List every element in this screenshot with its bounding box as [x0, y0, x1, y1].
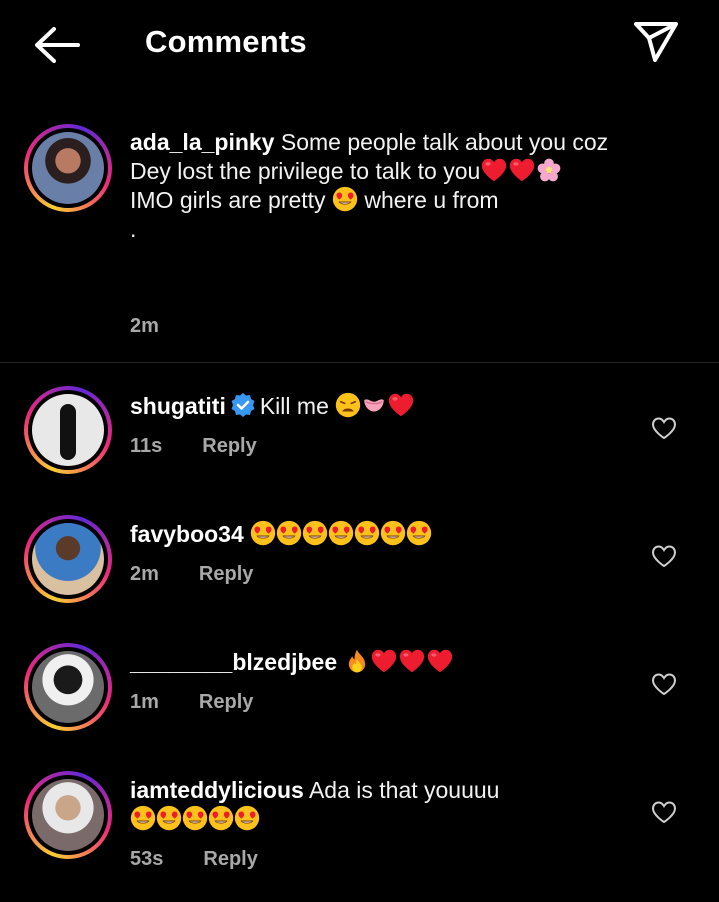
caption-line-3b: where u from	[364, 187, 499, 213]
comment-1-meta: 11s Reply	[130, 435, 257, 458]
cherry-blossom-emoji	[536, 157, 562, 183]
comment-2-text: favyboo34	[130, 520, 432, 549]
arrow-left-icon	[35, 27, 80, 63]
caption-text: ada_la_pinky Some people talk about you …	[130, 128, 608, 244]
red-heart-emoji	[398, 648, 426, 674]
caption-line-3: IMO girls are pretty	[130, 187, 326, 213]
caption-time: 2m	[130, 315, 159, 337]
comment-username[interactable]: iamteddylicious	[130, 777, 304, 803]
red-heart-emoji	[508, 157, 536, 183]
comment-4-text: iamteddylicious Ada is that youuuu	[130, 776, 499, 834]
reply-button[interactable]: Reply	[203, 848, 257, 870]
heart-eyes-emoji	[234, 805, 260, 831]
heart-eyes-emoji	[208, 805, 234, 831]
share-button[interactable]	[630, 18, 682, 66]
comment-time: 11s	[130, 435, 163, 457]
heart-eyes-emoji	[302, 520, 328, 546]
red-heart-emoji	[387, 392, 415, 418]
caption-meta: 2m	[130, 315, 159, 338]
heart-eyes-emoji	[130, 805, 156, 831]
comment-4-meta: 53s Reply	[130, 848, 258, 871]
verified-badge-icon	[231, 393, 255, 417]
heart-eyes-emoji	[380, 520, 406, 546]
like-heart-icon[interactable]	[651, 800, 677, 824]
caption-avatar[interactable]	[24, 124, 112, 212]
comment-3-text: ________blzedjbee	[130, 648, 454, 677]
comment-2-meta: 2m Reply	[130, 563, 253, 586]
divider	[0, 362, 719, 363]
weary-face-emoji	[335, 392, 361, 418]
lips-emoji	[361, 392, 387, 418]
page-title: Comments	[145, 24, 307, 59]
red-heart-emoji	[370, 648, 398, 674]
caption-username[interactable]: ada_la_pinky	[130, 129, 274, 155]
comment-username[interactable]: ________blzedjbee	[130, 649, 337, 675]
red-heart-emoji	[426, 648, 454, 674]
like-heart-icon[interactable]	[651, 416, 677, 440]
heart-eyes-emoji	[250, 520, 276, 546]
reply-button[interactable]: Reply	[199, 563, 253, 585]
comment-body: Ada is that youuuu	[308, 777, 500, 803]
heart-eyes-emoji	[406, 520, 432, 546]
comment-avatar[interactable]	[24, 386, 112, 474]
comment-username[interactable]: shugatiti	[130, 393, 226, 419]
comment-time: 2m	[130, 563, 159, 585]
top-bar: Comments	[0, 0, 719, 90]
comment-time: 1m	[130, 691, 159, 713]
comment-3-meta: 1m Reply	[130, 691, 253, 714]
comment-username[interactable]: favyboo34	[130, 521, 244, 547]
reply-button[interactable]: Reply	[199, 691, 253, 713]
comment-avatar[interactable]	[24, 515, 112, 603]
fire-emoji	[344, 648, 370, 674]
reply-button[interactable]: Reply	[202, 435, 256, 457]
caption-line-4: .	[130, 216, 137, 242]
comment-avatar[interactable]	[24, 771, 112, 859]
comment-1-text: shugatiti Kill me	[130, 392, 415, 421]
comment-avatar[interactable]	[24, 643, 112, 731]
heart-eyes-emoji	[328, 520, 354, 546]
back-button[interactable]	[30, 24, 82, 66]
heart-eyes-emoji	[182, 805, 208, 831]
heart-eyes-emoji	[156, 805, 182, 831]
paper-plane-icon	[634, 22, 678, 62]
caption-line-2: Dey lost the privilege to talk to you	[130, 158, 481, 184]
caption-line-1: Some people talk about you coz	[280, 129, 609, 155]
heart-eyes-emoji	[332, 186, 358, 212]
like-heart-icon[interactable]	[651, 544, 677, 568]
comment-time: 53s	[130, 848, 164, 870]
like-heart-icon[interactable]	[651, 672, 677, 696]
comment-body: Kill me	[259, 393, 329, 419]
heart-eyes-emoji	[276, 520, 302, 546]
heart-eyes-emoji	[354, 520, 380, 546]
red-heart-emoji	[480, 157, 508, 183]
